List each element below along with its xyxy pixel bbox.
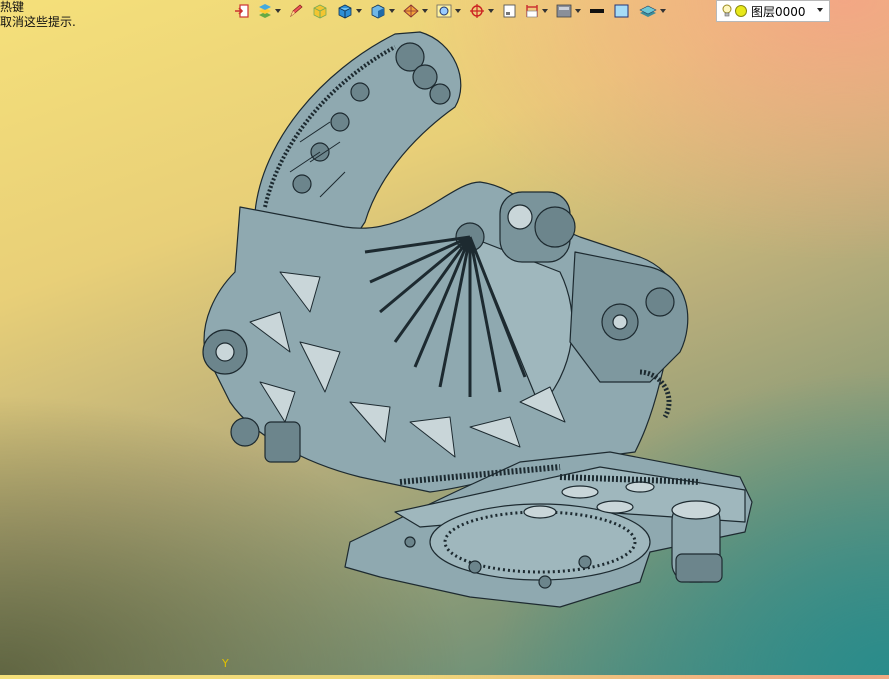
3d-viewport[interactable] [0,22,889,675]
cube-icon [338,4,352,19]
zoom-fit-button[interactable] [433,1,463,21]
zoom-fit-icon [436,4,452,18]
shaded-cube-icon [371,4,385,19]
layer-name: 图层0000 [751,4,806,19]
chevron-down-icon [389,9,395,13]
layer-stack-icon [639,5,657,17]
sketch-button[interactable] [286,1,306,21]
shaded-view-button[interactable] [367,1,397,21]
line-color-button[interactable] [586,1,608,21]
display-mode-button[interactable] [553,1,583,21]
view-toolbar [232,0,671,22]
render-style-button[interactable] [400,1,430,21]
display-mode-icon [556,4,572,18]
exit-icon [235,4,249,18]
render-style-icon [403,4,419,18]
fill-color-button[interactable] [611,1,633,21]
lightbulb-icon[interactable] [722,4,732,18]
layers-icon [259,4,271,18]
line-color-icon [590,9,604,13]
top-motor [499,191,576,263]
chevron-down-icon [275,9,281,13]
page-button[interactable] [499,1,519,21]
layer-select[interactable]: 图层0000 [716,0,830,22]
chevron-down-icon [455,9,461,13]
chevron-down-icon [422,9,428,13]
chevron-down-icon [488,9,494,13]
page-icon [503,4,516,18]
solid-button[interactable] [309,1,331,21]
fill-color-icon [614,4,629,18]
chevron-down-icon [356,9,362,13]
crosshair-icon [470,4,484,18]
solid-box-icon [313,4,327,19]
chevron-down-icon [542,9,548,13]
sun-icon[interactable] [735,5,747,17]
layers-button[interactable] [255,1,283,21]
exit-button[interactable] [232,1,252,21]
chevron-down-icon [660,9,666,13]
hint-line-1: 热键 [0,0,25,14]
cube-button[interactable] [334,1,364,21]
section-button[interactable] [522,1,550,21]
robot-arm-model [202,31,753,608]
chevron-down-icon [575,9,581,13]
base-motor [671,500,723,583]
chevron-down-icon[interactable] [817,8,823,12]
y-axis-label: Y [222,657,229,670]
snap-button[interactable] [466,1,496,21]
section-icon [526,5,538,18]
layer-stack-button[interactable] [636,1,668,21]
pencil-icon [290,4,303,18]
